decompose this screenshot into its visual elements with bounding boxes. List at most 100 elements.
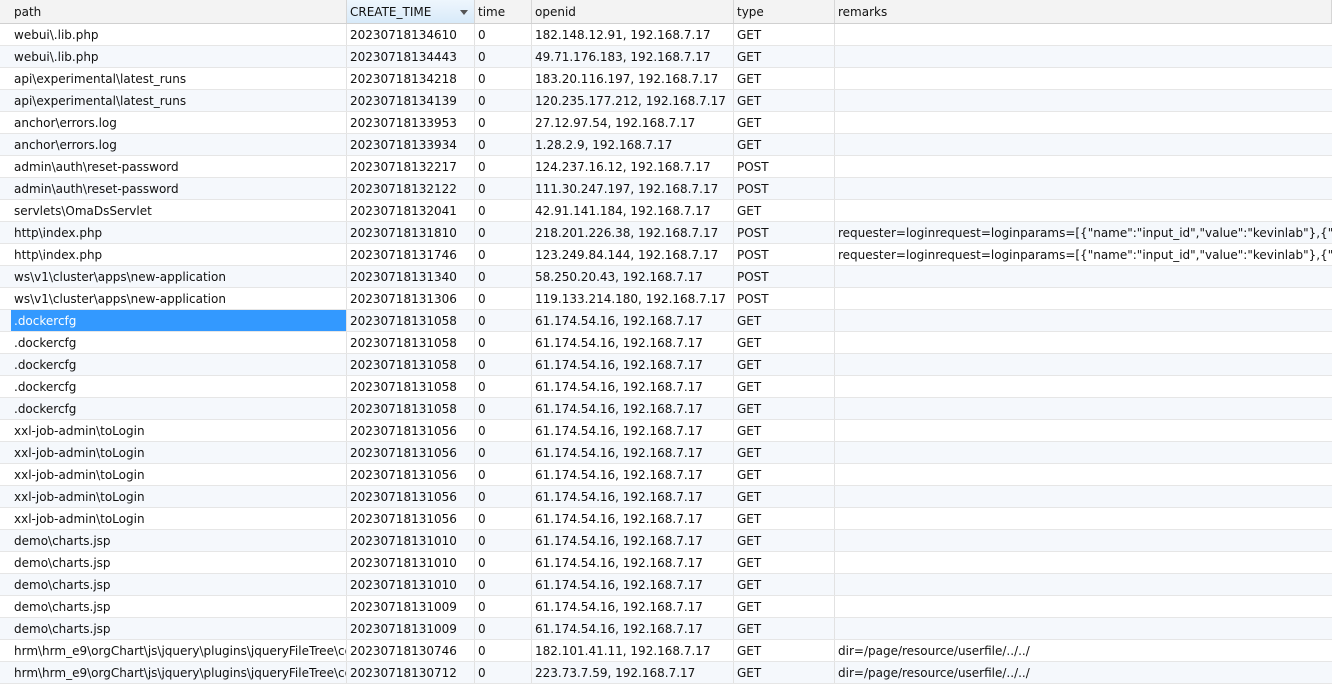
cell-time[interactable]: 0 xyxy=(475,354,532,375)
cell-openid[interactable]: 61.174.54.16, 192.168.7.17 xyxy=(532,574,734,595)
cell-type[interactable]: GET xyxy=(734,530,835,551)
cell-openid[interactable]: 123.249.84.144, 192.168.7.17 xyxy=(532,244,734,265)
cell-type[interactable]: POST xyxy=(734,288,835,309)
cell-remarks[interactable] xyxy=(835,442,1332,463)
cell-openid[interactable]: 61.174.54.16, 192.168.7.17 xyxy=(532,420,734,441)
cell-remarks[interactable] xyxy=(835,618,1332,639)
cell-remarks[interactable] xyxy=(835,574,1332,595)
cell-openid[interactable]: 61.174.54.16, 192.168.7.17 xyxy=(532,486,734,507)
cell-remarks[interactable] xyxy=(835,134,1332,155)
cell-create-time[interactable]: 20230718131058 xyxy=(347,310,475,331)
cell-path[interactable]: .dockercfg xyxy=(11,332,347,353)
cell-type[interactable]: GET xyxy=(734,398,835,419)
cell-time[interactable]: 0 xyxy=(475,420,532,441)
cell-create-time[interactable]: 20230718132122 xyxy=(347,178,475,199)
cell-path[interactable]: ws\v1\cluster\apps\new-application xyxy=(11,288,347,309)
cell-openid[interactable]: 61.174.54.16, 192.168.7.17 xyxy=(532,596,734,617)
cell-path[interactable]: xxl-job-admin\toLogin xyxy=(11,464,347,485)
cell-create-time[interactable]: 20230718130712 xyxy=(347,662,475,683)
table-row[interactable]: demo\charts.jsp 20230718131010 0 61.174.54.… xyxy=(0,530,1332,552)
table-row[interactable]: xxl-job-admin\toLogin 20230718131056 0 61.1… xyxy=(0,486,1332,508)
cell-type[interactable]: GET xyxy=(734,486,835,507)
table-row[interactable]: webui\.lib.php 20230718134443 0 49.71.176.1… xyxy=(0,46,1332,68)
cell-create-time[interactable]: 20230718134139 xyxy=(347,90,475,111)
cell-create-time[interactable]: 20230718131056 xyxy=(347,486,475,507)
cell-time[interactable]: 0 xyxy=(475,244,532,265)
cell-openid[interactable]: 49.71.176.183, 192.168.7.17 xyxy=(532,46,734,67)
cell-openid[interactable]: 1.28.2.9, 192.168.7.17 xyxy=(532,134,734,155)
cell-remarks[interactable] xyxy=(835,508,1332,529)
table-row[interactable]: ws\v1\cluster\apps\new-application 202307… xyxy=(0,288,1332,310)
cell-path[interactable]: .dockercfg xyxy=(11,310,347,331)
cell-time[interactable]: 0 xyxy=(475,662,532,683)
cell-openid[interactable]: 61.174.54.16, 192.168.7.17 xyxy=(532,464,734,485)
table-row[interactable]: .dockercfg 20230718131058 0 61.174.54.16, 1… xyxy=(0,354,1332,376)
cell-remarks[interactable] xyxy=(835,266,1332,287)
table-row[interactable]: http\index.php 20230718131746 0 123.249.84.… xyxy=(0,244,1332,266)
cell-type[interactable]: GET xyxy=(734,112,835,133)
cell-path[interactable]: api\experimental\latest_runs xyxy=(11,90,347,111)
cell-time[interactable]: 0 xyxy=(475,618,532,639)
cell-time[interactable]: 0 xyxy=(475,156,532,177)
cell-type[interactable]: GET xyxy=(734,200,835,221)
table-row[interactable]: .dockercfg 20230718131058 0 61.174.54.16, 1… xyxy=(0,398,1332,420)
cell-time[interactable]: 0 xyxy=(475,288,532,309)
cell-time[interactable]: 0 xyxy=(475,596,532,617)
cell-path[interactable]: .dockercfg xyxy=(11,354,347,375)
cell-type[interactable]: GET xyxy=(734,640,835,661)
cell-openid[interactable]: 61.174.54.16, 192.168.7.17 xyxy=(532,354,734,375)
cell-path[interactable]: webui\.lib.php xyxy=(11,24,347,45)
cell-remarks[interactable] xyxy=(835,24,1332,45)
cell-path[interactable]: webui\.lib.php xyxy=(11,46,347,67)
cell-time[interactable]: 0 xyxy=(475,222,532,243)
cell-remarks[interactable] xyxy=(835,156,1332,177)
cell-create-time[interactable]: 20230718131746 xyxy=(347,244,475,265)
column-header-create-time[interactable]: CREATE_TIME xyxy=(347,0,475,23)
cell-time[interactable]: 0 xyxy=(475,112,532,133)
column-header-time[interactable]: time xyxy=(475,0,532,23)
cell-remarks[interactable] xyxy=(835,112,1332,133)
cell-create-time[interactable]: 20230718131058 xyxy=(347,398,475,419)
cell-type[interactable]: GET xyxy=(734,618,835,639)
cell-remarks[interactable] xyxy=(835,464,1332,485)
cell-create-time[interactable]: 20230718134218 xyxy=(347,68,475,89)
table-row[interactable]: xxl-job-admin\toLogin 20230718131056 0 61.1… xyxy=(0,508,1332,530)
cell-type[interactable]: GET xyxy=(734,376,835,397)
cell-type[interactable]: GET xyxy=(734,354,835,375)
cell-create-time[interactable]: 20230718130746 xyxy=(347,640,475,661)
cell-type[interactable]: POST xyxy=(734,244,835,265)
cell-time[interactable]: 0 xyxy=(475,134,532,155)
cell-type[interactable]: GET xyxy=(734,442,835,463)
cell-type[interactable]: GET xyxy=(734,574,835,595)
cell-path[interactable]: admin\auth\reset-password xyxy=(11,156,347,177)
cell-path[interactable]: anchor\errors.log xyxy=(11,112,347,133)
table-row[interactable]: ws\v1\cluster\apps\new-application 202307… xyxy=(0,266,1332,288)
cell-remarks[interactable] xyxy=(835,46,1332,67)
cell-time[interactable]: 0 xyxy=(475,398,532,419)
cell-remarks[interactable]: requester=loginrequest=loginparams=[{"na… xyxy=(835,244,1332,265)
cell-path[interactable]: xxl-job-admin\toLogin xyxy=(11,508,347,529)
cell-create-time[interactable]: 20230718131306 xyxy=(347,288,475,309)
cell-create-time[interactable]: 20230718131056 xyxy=(347,442,475,463)
table-row[interactable]: api\experimental\latest_runs 202307181341… xyxy=(0,90,1332,112)
cell-create-time[interactable]: 20230718131009 xyxy=(347,596,475,617)
cell-type[interactable]: GET xyxy=(734,508,835,529)
cell-path[interactable]: demo\charts.jsp xyxy=(11,618,347,639)
cell-time[interactable]: 0 xyxy=(475,640,532,661)
cell-path[interactable]: xxl-job-admin\toLogin xyxy=(11,486,347,507)
cell-remarks[interactable] xyxy=(835,530,1332,551)
cell-path[interactable]: demo\charts.jsp xyxy=(11,552,347,573)
cell-openid[interactable]: 61.174.54.16, 192.168.7.17 xyxy=(532,398,734,419)
cell-remarks[interactable] xyxy=(835,68,1332,89)
cell-remarks[interactable] xyxy=(835,552,1332,573)
cell-create-time[interactable]: 20230718131056 xyxy=(347,420,475,441)
column-header-openid[interactable]: openid xyxy=(532,0,734,23)
cell-remarks[interactable] xyxy=(835,376,1332,397)
cell-path[interactable]: admin\auth\reset-password xyxy=(11,178,347,199)
cell-openid[interactable]: 223.73.7.59, 192.168.7.17 xyxy=(532,662,734,683)
cell-path[interactable]: anchor\errors.log xyxy=(11,134,347,155)
column-header-type[interactable]: type xyxy=(734,0,835,23)
table-row[interactable]: demo\charts.jsp 20230718131010 0 61.174.54.… xyxy=(0,574,1332,596)
cell-remarks[interactable] xyxy=(835,596,1332,617)
table-row[interactable]: demo\charts.jsp 20230718131009 0 61.174.54.… xyxy=(0,618,1332,640)
